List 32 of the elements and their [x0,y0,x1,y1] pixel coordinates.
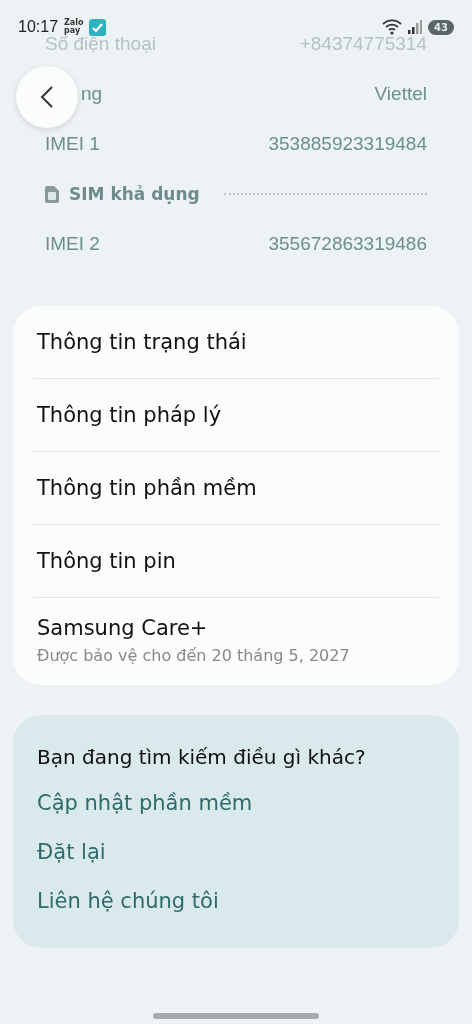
info-value: +84374775314 [299,33,427,55]
suggestion-link[interactable]: Cập nhật phần mềm [37,791,435,815]
info-value: 355672863319486 [268,233,427,255]
info-label: IMEI 1 [45,133,100,155]
info-label: ng [81,83,103,105]
menu-item-subtitle: Được bảo vệ cho đến 20 tháng 5, 2027 [37,646,351,665]
notification-label: Zalo pay [64,19,84,35]
menu-item-title: Thông tin pin [37,549,177,573]
menu-item-title: Thông tin phần mềm [37,476,258,500]
check-icon [89,18,107,36]
menu-item-title: Thông tin trạng thái [37,330,248,354]
menu-item[interactable]: Thông tin pin [33,524,439,597]
menu-item[interactable]: Thông tin pháp lý [33,378,439,451]
back-button[interactable] [16,66,78,128]
menu-item-title: Samsung Care+ [37,616,209,640]
battery-level: 43 [428,19,454,35]
wifi-icon [382,19,403,35]
signal-icon [408,20,423,34]
clock: 10:17 [18,18,59,35]
info-value: Viettel [374,83,427,105]
menu-item[interactable]: Thông tin phần mềm [33,451,439,524]
info-value: 353885923319484 [268,133,427,155]
back-icon [40,85,54,109]
menu-item[interactable]: Thông tin trạng thái [33,306,439,378]
sim-status: SIM khả dụng [69,184,200,204]
info-label: IMEI 2 [45,233,100,255]
suggestions-title: Bạn đang tìm kiếm điều gì khác? [37,745,367,769]
suggestion-link[interactable]: Đặt lại [37,840,435,864]
suggestion-link[interactable]: Liên hệ chúng tôi [37,889,435,913]
menu-item-title: Thông tin pháp lý [37,403,223,427]
sim-card-icon [45,185,59,203]
menu-item[interactable]: Samsung Care+ Được bảo vệ cho đến 20 tháng 5, 2027 [33,597,439,681]
